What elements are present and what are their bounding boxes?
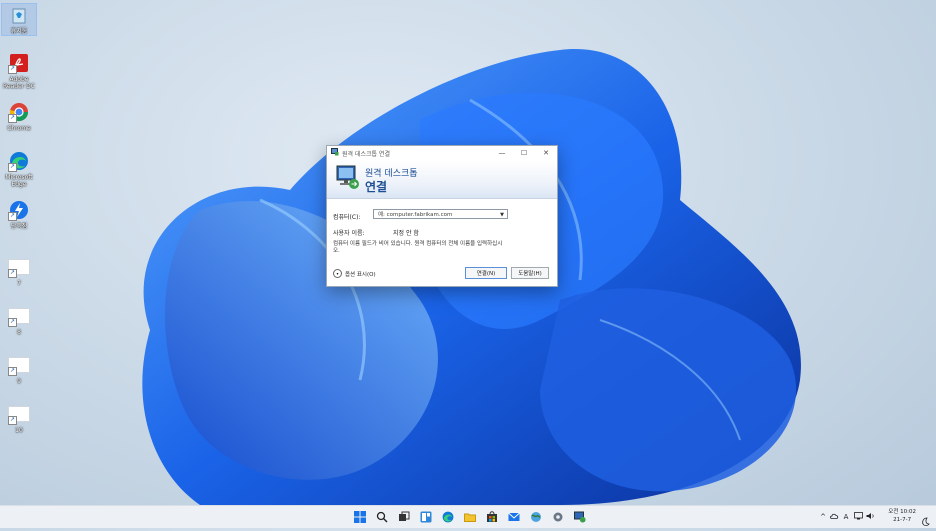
username-value: 지정 안 함 [393, 230, 419, 237]
network-globe-icon[interactable] [529, 510, 543, 524]
dialog-banner: 원격 데스크톱 연결 [327, 160, 557, 199]
shortcut-arrow-icon: ↗ [8, 114, 17, 123]
help-button[interactable]: 도움말(H) [511, 267, 549, 279]
settings-icon[interactable] [551, 510, 565, 524]
taskbar: ^ A 오전 10:02 21-7-7 [0, 505, 936, 528]
shortcut-arrow-icon: ↗ [8, 416, 17, 425]
clock-time: 오전 10:02 [888, 509, 916, 515]
mail-icon[interactable] [507, 510, 521, 524]
empty-computer-note: 컴퓨터 이름 필드가 비어 있습니다. 원격 컴퓨터의 전체 이름을 입력하십시… [333, 241, 503, 254]
desktop-icon-label: 9 [17, 378, 21, 385]
desktop-icon-recycle-bin[interactable]: 휴지통 [1, 3, 37, 36]
shortcut-arrow-icon: ↗ [8, 269, 17, 278]
onedrive-cloud-icon[interactable] [828, 513, 840, 521]
desktop-icon-label: 단축점 [10, 223, 28, 230]
computer-input-placeholder: 예: computer.fabrikam.com [378, 212, 453, 218]
maximize-button[interactable]: ☐ [513, 146, 535, 160]
shortcut-arrow-icon: ↗ [8, 318, 17, 327]
shortcut-arrow-icon: ↗ [8, 212, 17, 221]
show-options-label: 옵션 표시(O) [345, 271, 376, 278]
start-icon[interactable] [353, 510, 367, 524]
network-monitor-icon[interactable] [852, 512, 864, 522]
close-button[interactable]: ✕ [535, 146, 557, 160]
chevron-down-icon[interactable]: ▼ [500, 210, 504, 220]
ime-indicator[interactable]: A [840, 513, 852, 521]
dialog-titlebar[interactable]: 원격 데스크톱 연결 — ☐ ✕ [327, 146, 557, 160]
desktop-icon-file-8[interactable]: ↗ 8 [2, 305, 36, 336]
shortcut-arrow-icon: ↗ [8, 367, 17, 376]
desktop-icon-label: Adobe Reader DC [3, 76, 35, 90]
clock[interactable]: 오전 10:02 21-7-7 [888, 508, 916, 524]
remote-desktop-icon[interactable] [573, 510, 587, 524]
desktop-icon-chrome[interactable]: ↗ Chrome [2, 101, 36, 132]
desktop-icon-shortcut-app[interactable]: ↗ 단축점 [2, 199, 36, 230]
edge-icon[interactable] [441, 510, 455, 524]
desktop-icon-label: 7 [17, 280, 21, 287]
shortcut-arrow-icon: ↗ [8, 65, 17, 74]
recycle-bin-icon [8, 4, 30, 26]
desktop-icon-edge[interactable]: ↗ Microsoft Edge [2, 150, 36, 188]
desktop-icon-file-7[interactable]: ↗ 7 [2, 256, 36, 287]
remote-desktop-icon [331, 148, 339, 158]
notification-moon-icon[interactable] [921, 512, 930, 531]
shortcut-app-icon: ↗ [8, 199, 30, 221]
remote-desktop-dialog: 원격 데스크톱 연결 — ☐ ✕ 원격 데스크톱 연결 컴퓨터(C): 예: c… [326, 145, 558, 287]
file-explorer-icon[interactable] [463, 510, 477, 524]
desktop-icon-file-10[interactable]: ↗ 10 [2, 403, 36, 434]
desktop-icon-label: 10 [15, 427, 23, 434]
desktop-icon-adobe-reader[interactable]: ↗ Adobe Reader DC [2, 52, 36, 90]
banner-subtitle: 연결 [365, 180, 388, 194]
monitor-connect-icon [335, 164, 361, 194]
task-view-icon[interactable] [397, 510, 411, 524]
file-icon: ↗ [8, 403, 30, 425]
speaker-icon[interactable] [864, 512, 876, 522]
chevron-up-icon[interactable]: ^ [818, 513, 828, 521]
chrome-icon: ↗ [8, 101, 30, 123]
desktop-icon-label: 8 [17, 329, 21, 336]
file-icon: ↗ [8, 256, 30, 278]
search-icon[interactable] [375, 510, 389, 524]
file-icon: ↗ [8, 354, 30, 376]
edge-icon: ↗ [8, 150, 30, 172]
desktop-icon-label: Chrome [7, 125, 31, 132]
widgets-icon[interactable] [419, 510, 433, 524]
minimize-button[interactable]: — [491, 146, 513, 160]
dialog-title: 원격 데스크톱 연결 [342, 150, 390, 158]
clock-date: 21-7-7 [893, 517, 912, 523]
system-tray: ^ A [818, 506, 876, 528]
file-icon: ↗ [8, 305, 30, 327]
computer-combobox[interactable]: 예: computer.fabrikam.com ▼ [373, 209, 508, 219]
adobe-reader-icon: ↗ [8, 52, 30, 74]
computer-label: 컴퓨터(C): [333, 214, 361, 221]
shortcut-arrow-icon: ↗ [8, 163, 17, 172]
desktop-icon-label: Microsoft Edge [5, 174, 33, 188]
show-options-toggle[interactable]: ▾ 옵션 표시(O) [333, 269, 376, 278]
chevron-down-circle-icon: ▾ [333, 269, 342, 278]
desktop-icon-file-9[interactable]: ↗ 9 [2, 354, 36, 385]
connect-button[interactable]: 연결(N) [465, 267, 507, 279]
store-icon[interactable] [485, 510, 499, 524]
username-label: 사용자 이름: [333, 230, 365, 237]
desktop-icon-label: 휴지통 [10, 28, 28, 35]
